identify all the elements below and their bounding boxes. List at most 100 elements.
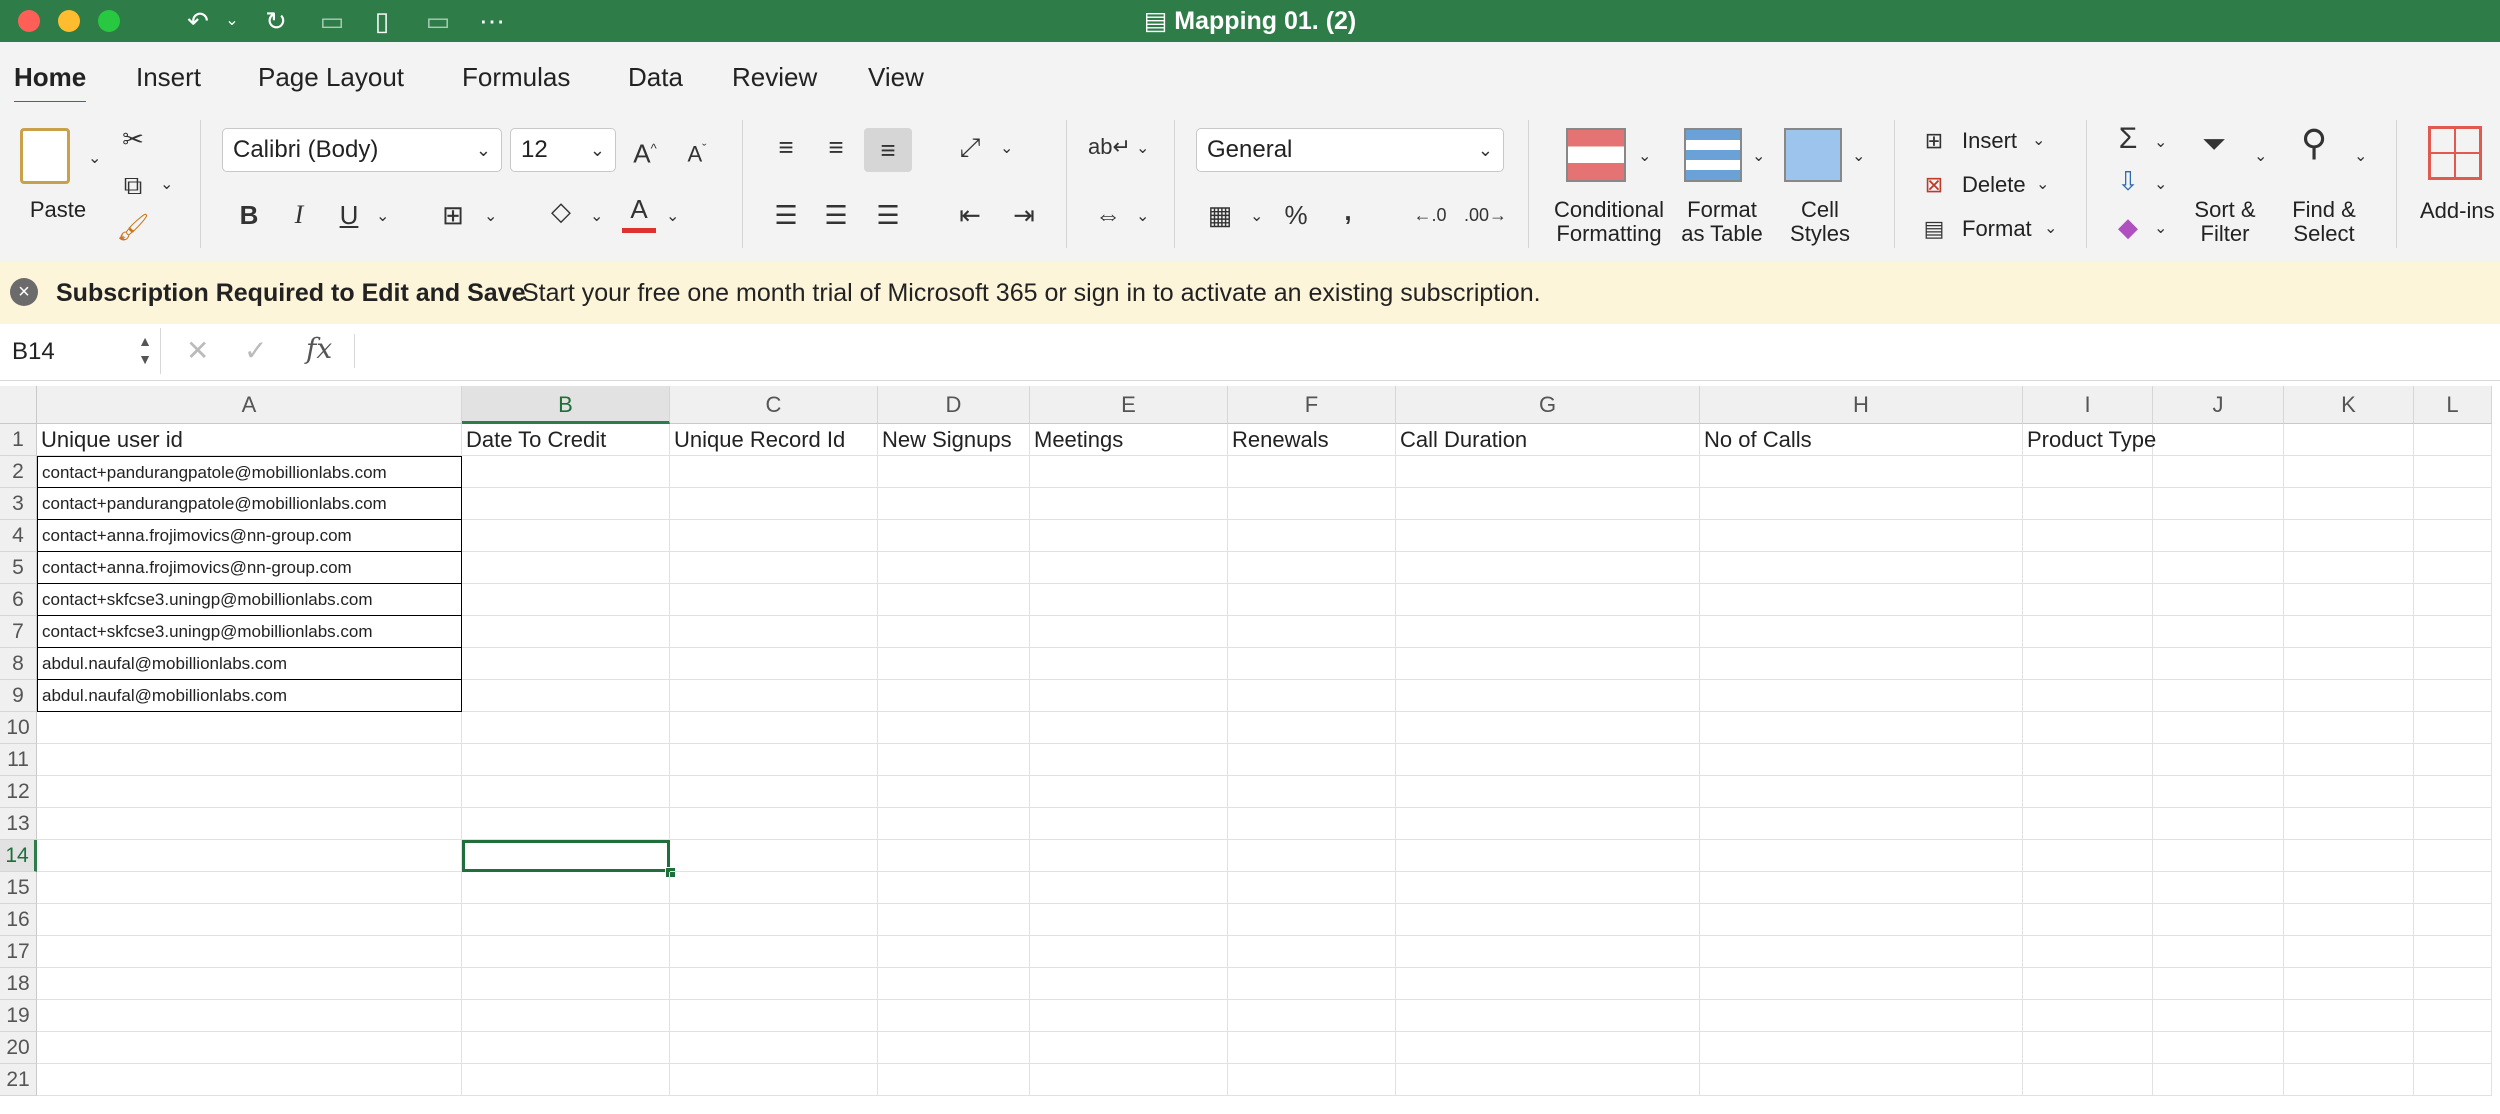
cell-d19[interactable]	[878, 1000, 1030, 1032]
cell-f12[interactable]	[1228, 776, 1396, 808]
cell-b5[interactable]	[462, 552, 670, 584]
cell-i7[interactable]	[2023, 616, 2153, 648]
cell-b6[interactable]	[462, 584, 670, 616]
cell-e21[interactable]	[1030, 1064, 1228, 1096]
cell-e13[interactable]	[1030, 808, 1228, 840]
cell-b3[interactable]	[462, 488, 670, 520]
save-icon[interactable]: ▭	[312, 4, 352, 38]
autosum-dropdown-icon[interactable]: ⌄	[2154, 132, 2167, 152]
confirm-entry-icon[interactable]: ✓	[244, 334, 267, 367]
italic-button[interactable]: I	[282, 198, 316, 232]
cell-j5[interactable]	[2153, 552, 2284, 584]
cell-c11[interactable]	[670, 744, 878, 776]
close-circle-icon[interactable]: ×	[10, 278, 38, 306]
cell-a17[interactable]	[37, 936, 462, 968]
clear-dropdown-icon[interactable]: ⌄	[2154, 218, 2167, 238]
increase-font-size-icon[interactable]: A^	[628, 132, 662, 171]
cell-j1[interactable]	[2153, 424, 2284, 456]
cell-k6[interactable]	[2284, 584, 2414, 616]
accounting-format-icon[interactable]: ▦	[1200, 198, 1240, 232]
cell-a2[interactable]: contact+pandurangpatole@mobillionlabs.co…	[37, 456, 462, 488]
align-middle-icon[interactable]: ≡	[818, 130, 854, 164]
cell-k4[interactable]	[2284, 520, 2414, 552]
cell-j20[interactable]	[2153, 1032, 2284, 1064]
cell-d8[interactable]	[878, 648, 1030, 680]
cell-e8[interactable]	[1030, 648, 1228, 680]
cell-h17[interactable]	[1700, 936, 2023, 968]
cell-e9[interactable]	[1030, 680, 1228, 712]
align-top-icon[interactable]: ≡	[768, 130, 804, 164]
cell-e6[interactable]	[1030, 584, 1228, 616]
cell-f18[interactable]	[1228, 968, 1396, 1000]
cell-k10[interactable]	[2284, 712, 2414, 744]
cell-f21[interactable]	[1228, 1064, 1396, 1096]
cell-e4[interactable]	[1030, 520, 1228, 552]
cell-j15[interactable]	[2153, 872, 2284, 904]
cell-h7[interactable]	[1700, 616, 2023, 648]
cell-b13[interactable]	[462, 808, 670, 840]
cell-k12[interactable]	[2284, 776, 2414, 808]
row-header-7[interactable]: 7	[0, 616, 37, 648]
tab-insert[interactable]: Insert	[136, 62, 201, 93]
cell-e1[interactable]: Meetings	[1030, 424, 1228, 456]
wrap-text-dropdown-icon[interactable]: ⌄	[1136, 138, 1149, 158]
cell-a11[interactable]	[37, 744, 462, 776]
cell-k8[interactable]	[2284, 648, 2414, 680]
orientation-icon[interactable]: ⤢	[952, 130, 988, 164]
cell-g17[interactable]	[1396, 936, 1700, 968]
row-header-13[interactable]: 13	[0, 808, 37, 840]
font-name-select[interactable]: Calibri (Body) ⌄	[222, 128, 502, 172]
cell-k20[interactable]	[2284, 1032, 2414, 1064]
cell-f6[interactable]	[1228, 584, 1396, 616]
cell-d20[interactable]	[878, 1032, 1030, 1064]
merge-dropdown-icon[interactable]: ⌄	[1136, 206, 1149, 226]
row-header-2[interactable]: 2	[0, 456, 37, 488]
cell-g19[interactable]	[1396, 1000, 1700, 1032]
underline-button[interactable]: U	[332, 198, 366, 232]
cell-c18[interactable]	[670, 968, 878, 1000]
cell-e7[interactable]	[1030, 616, 1228, 648]
cell-e20[interactable]	[1030, 1032, 1228, 1064]
cell-a20[interactable]	[37, 1032, 462, 1064]
cell-k2[interactable]	[2284, 456, 2414, 488]
column-header-d[interactable]: D	[878, 386, 1030, 424]
merge-center-icon[interactable]: ⇔	[1088, 198, 1128, 232]
cell-h9[interactable]	[1700, 680, 2023, 712]
cell-l9[interactable]	[2414, 680, 2492, 712]
row-header-21[interactable]: 21	[0, 1064, 37, 1096]
cell-b16[interactable]	[462, 904, 670, 936]
cell-l10[interactable]	[2414, 712, 2492, 744]
cell-g4[interactable]	[1396, 520, 1700, 552]
cell-g3[interactable]	[1396, 488, 1700, 520]
cell-g11[interactable]	[1396, 744, 1700, 776]
more-commands-icon[interactable]: ⋯	[472, 4, 512, 38]
cell-g12[interactable]	[1396, 776, 1700, 808]
decrease-decimal-icon[interactable]: .00→	[1464, 198, 1507, 232]
cancel-entry-icon[interactable]: ✕	[186, 334, 209, 367]
cell-d2[interactable]	[878, 456, 1030, 488]
cell-f9[interactable]	[1228, 680, 1396, 712]
cell-b20[interactable]	[462, 1032, 670, 1064]
cell-a8[interactable]: abdul.naufal@mobillionlabs.com	[37, 648, 462, 680]
formula-input[interactable]	[368, 328, 2488, 374]
cell-g10[interactable]	[1396, 712, 1700, 744]
window-maximize-button[interactable]	[98, 10, 120, 32]
cell-k21[interactable]	[2284, 1064, 2414, 1096]
cell-h6[interactable]	[1700, 584, 2023, 616]
cell-g6[interactable]	[1396, 584, 1700, 616]
cell-k18[interactable]	[2284, 968, 2414, 1000]
cell-k9[interactable]	[2284, 680, 2414, 712]
cell-g16[interactable]	[1396, 904, 1700, 936]
window-close-button[interactable]	[18, 10, 40, 32]
cell-l1[interactable]	[2414, 424, 2492, 456]
cell-l15[interactable]	[2414, 872, 2492, 904]
row-header-3[interactable]: 3	[0, 488, 37, 520]
fill-color-dropdown-icon[interactable]: ⌄	[590, 206, 603, 226]
copy-dropdown-icon[interactable]: ⌄	[160, 174, 173, 194]
cell-j17[interactable]	[2153, 936, 2284, 968]
cell-j2[interactable]	[2153, 456, 2284, 488]
cell-c2[interactable]	[670, 456, 878, 488]
cell-d17[interactable]	[878, 936, 1030, 968]
cell-i18[interactable]	[2023, 968, 2153, 1000]
cell-h4[interactable]	[1700, 520, 2023, 552]
